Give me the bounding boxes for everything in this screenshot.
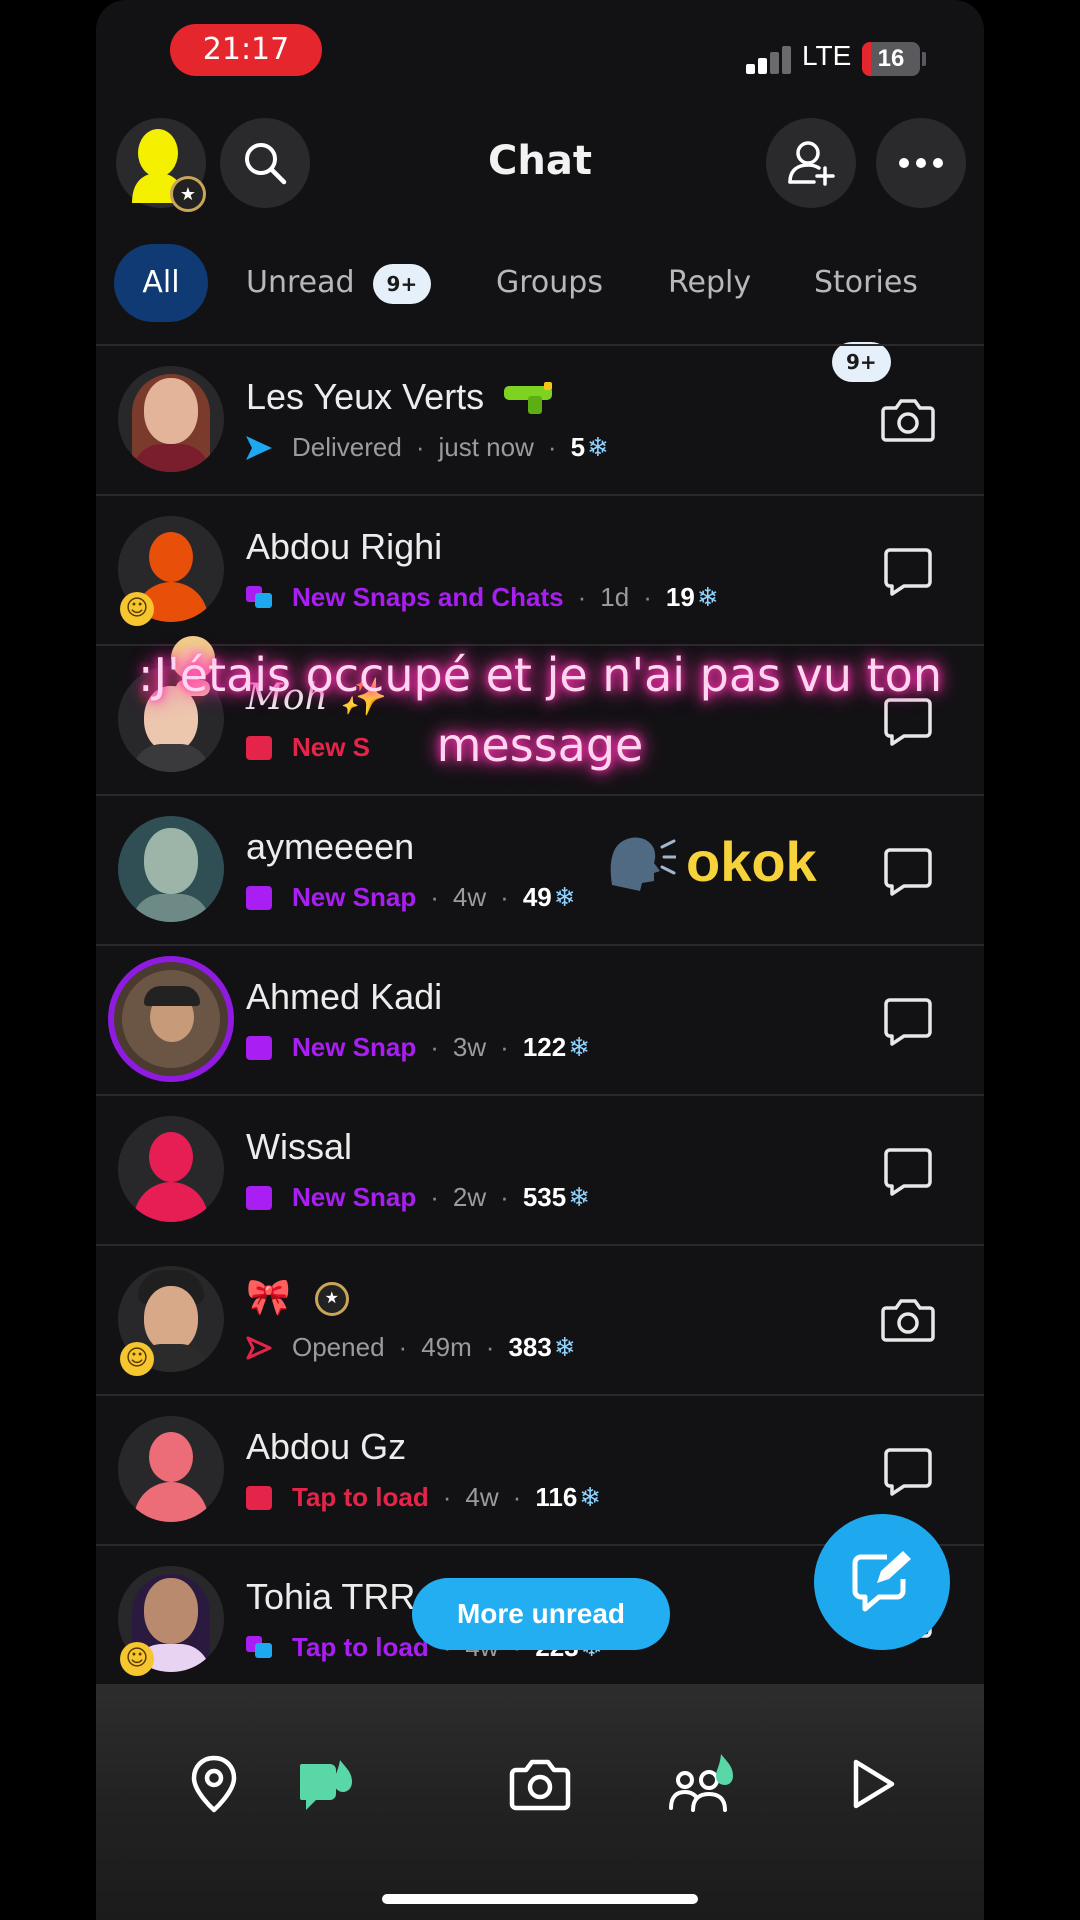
status-bar: 21:17 LTE 16 — [96, 0, 984, 100]
battery-level: 16 — [877, 45, 905, 72]
battery-cap — [922, 52, 926, 66]
snowflake-icon: ❄ — [568, 1182, 591, 1212]
tab-label: Unread — [246, 265, 355, 300]
avatar — [118, 1116, 224, 1222]
tab-label: Reply — [668, 265, 752, 300]
tab-unread[interactable]: Unread 9+ — [246, 244, 432, 322]
chat-bubble-icon[interactable] — [880, 842, 936, 898]
tab-all[interactable]: All — [114, 244, 208, 322]
chat-bubble-icon[interactable] — [880, 1442, 936, 1498]
chat-status: New Snaps and Chats · 1d · 19 ❄ — [246, 582, 719, 613]
chat-name: 🎀 ★ — [246, 1276, 349, 1318]
reply-text: okok — [686, 829, 817, 893]
more-unread-button[interactable]: More unread — [412, 1578, 670, 1650]
status-time: 21:17 — [170, 24, 322, 76]
tab-label: Stories — [814, 265, 918, 300]
chat-status: New Snap · 4w · 49 ❄ — [246, 882, 576, 913]
tab-groups[interactable]: Groups — [496, 244, 603, 322]
chat-row[interactable]: aymeeeen New Snap · 4w · 49 ❄ — [96, 796, 984, 946]
chat-bubble-icon[interactable] — [880, 992, 936, 1048]
nav-friends[interactable] — [664, 1744, 744, 1824]
snaps-and-chats-icon — [246, 585, 272, 608]
snowflake-icon: ❄ — [568, 1032, 591, 1062]
signal-icon — [746, 44, 796, 74]
opened-arrow-red-icon — [246, 1336, 272, 1359]
unread-count-badge: 9+ — [372, 263, 432, 304]
friends-icon — [669, 1754, 733, 1812]
story-caption-overlay: :J'étais occupé et je n'ai pas vu ton me… — [138, 648, 942, 772]
tab-label: All — [142, 265, 180, 300]
chat-name: Abdou Righi — [246, 526, 443, 567]
chat-name: Tohia TRR — [246, 1576, 416, 1617]
chat-row[interactable]: Ahmed Kadi New Snap · 3w · 122 ❄ — [96, 946, 984, 1096]
smile-emoji-icon: ☺ — [120, 1642, 154, 1676]
star-badge-icon: ★ — [314, 1282, 349, 1317]
chat-row[interactable]: Les Yeux Verts Delivered · just now · 5 ❄ — [96, 346, 984, 496]
purple-square-icon — [246, 1185, 272, 1210]
purple-square-icon — [246, 885, 272, 910]
filter-tabs: All Unread 9+ Groups Reply Stories9+ — [96, 240, 984, 382]
chat-name: Abdou Gz — [246, 1426, 407, 1467]
chat-icon — [300, 1760, 352, 1810]
new-chat-button[interactable] — [814, 1514, 950, 1650]
speaking-head-icon — [610, 837, 676, 891]
chat-status: Opened · 49m · 383 ❄ — [246, 1332, 576, 1363]
water-gun-icon — [504, 382, 553, 415]
battery-icon: 16 — [862, 42, 920, 76]
chat-status: Delivered · just now · 5 ❄ — [246, 432, 609, 463]
reply-overlay: okok — [606, 826, 817, 896]
chat-status: New Snap · 2w · 535 ❄ — [246, 1182, 590, 1213]
avatar — [118, 1416, 224, 1522]
chat-row[interactable]: ☺ Abdou Righi New Snaps and Chats · 1d · 1… — [96, 496, 984, 646]
nav-camera[interactable] — [500, 1744, 580, 1824]
nav-map[interactable] — [174, 1744, 254, 1824]
snowflake-icon: ❄ — [553, 1332, 576, 1362]
ellipsis-icon — [899, 158, 943, 168]
chat-name: aymeeeen — [246, 826, 415, 867]
chat-row[interactable]: Wissal New Snap · 2w · 535 ❄ — [96, 1096, 984, 1246]
home-indicator — [382, 1894, 698, 1904]
nav-stories[interactable] — [832, 1744, 912, 1824]
chat-status: New Snap · 3w · 122 ❄ — [246, 1032, 590, 1063]
chat-bubble-icon[interactable] — [880, 1142, 936, 1198]
chat-header: ★ Chat — [96, 110, 984, 220]
chat-name: Ahmed Kadi — [246, 976, 443, 1017]
stories-play-icon — [853, 1759, 895, 1809]
red-square-icon — [246, 1485, 272, 1510]
nav-chat[interactable] — [286, 1744, 366, 1824]
camera-icon[interactable] — [880, 1292, 936, 1348]
avatar-story-ring — [108, 956, 234, 1082]
sent-arrow-blue-icon — [246, 435, 272, 460]
tab-reply[interactable]: Reply — [668, 244, 751, 322]
camera-icon[interactable] — [880, 392, 936, 448]
chat-row[interactable]: ☺ 🎀 ★ Opened · 49m · 383 ❄ — [96, 1246, 984, 1396]
purple-square-icon — [246, 1035, 272, 1060]
tab-label: Groups — [496, 265, 603, 300]
map-icon — [191, 1755, 237, 1813]
snowflake-icon: ❄ — [579, 1482, 602, 1512]
snaps-and-chats-icon — [246, 1635, 272, 1658]
more-options-button[interactable] — [876, 118, 966, 208]
chat-bubble-icon[interactable] — [880, 542, 936, 598]
chat-name: Les Yeux Verts — [246, 376, 556, 418]
bottom-navigation — [96, 1684, 984, 1920]
add-friend-icon — [788, 141, 835, 186]
tab-stories[interactable]: Stories9+ — [814, 244, 984, 382]
chat-status: Tap to load · 4w · 116 ❄ — [246, 1482, 601, 1513]
add-friend-button[interactable] — [766, 118, 856, 208]
chat-list: Les Yeux Verts Delivered · just now · 5 ❄ — [96, 346, 984, 1686]
smile-emoji-icon: ☺ — [120, 592, 154, 626]
snowflake-icon: ❄ — [696, 582, 719, 612]
network-label: LTE — [802, 40, 852, 71]
compose-icon — [852, 1551, 911, 1612]
avatar — [118, 816, 224, 922]
avatar — [118, 366, 224, 472]
camera-icon — [509, 1759, 571, 1811]
snowflake-icon: ❄ — [587, 432, 609, 462]
chat-name: Wissal — [246, 1126, 352, 1167]
smile-emoji-icon: ☺ — [120, 1342, 154, 1376]
snowflake-icon: ❄ — [553, 882, 576, 912]
